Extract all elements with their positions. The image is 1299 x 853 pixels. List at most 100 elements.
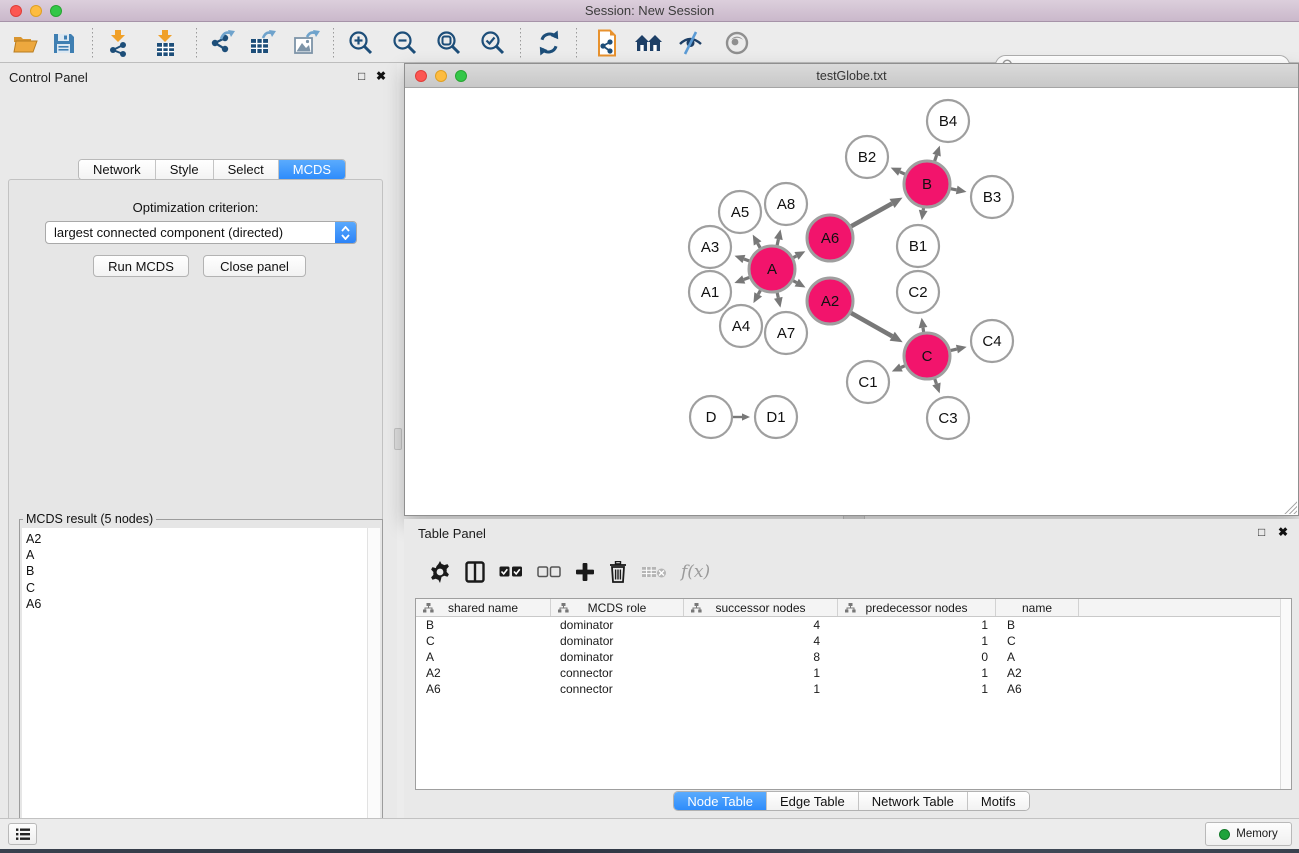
graph-edge[interactable] xyxy=(851,313,892,336)
deselect-all-columns-button[interactable] xyxy=(537,558,561,586)
criterion-dropdown[interactable]: largest connected component (directed) xyxy=(45,221,357,244)
table-tabs-bar: Node Table Edge Table Network Table Moti… xyxy=(404,791,1299,811)
column-label: predecessor nodes xyxy=(865,601,967,615)
apply-layout-button[interactable] xyxy=(532,28,566,58)
export-table-button[interactable] xyxy=(246,28,280,58)
graph-edge[interactable] xyxy=(777,239,778,245)
first-neighbors-button[interactable] xyxy=(590,28,624,58)
task-history-button[interactable] xyxy=(8,823,37,845)
tab-network-table[interactable]: Network Table xyxy=(859,792,968,810)
table-row[interactable]: Bdominator41B xyxy=(416,617,1291,633)
delete-table-button[interactable] xyxy=(641,558,667,586)
tab-node-table[interactable]: Node Table xyxy=(674,792,767,810)
graph-edge[interactable] xyxy=(758,290,760,294)
table-scrollbar[interactable] xyxy=(1280,599,1291,789)
table-row[interactable]: Cdominator41C xyxy=(416,633,1291,649)
save-session-button[interactable] xyxy=(46,28,80,58)
graph-edge[interactable] xyxy=(901,366,905,368)
export-image-button[interactable] xyxy=(290,28,324,58)
graph-edge[interactable] xyxy=(758,243,761,248)
split-view-button[interactable] xyxy=(465,558,485,586)
table-settings-button[interactable] xyxy=(429,558,451,586)
zoom-in-button[interactable] xyxy=(344,28,378,58)
edge-arrowhead xyxy=(919,210,928,221)
delete-column-button[interactable] xyxy=(609,558,627,586)
node-table[interactable]: shared name MCDS role successor nodes pr… xyxy=(415,598,1292,790)
mcds-list-scrollbar[interactable] xyxy=(367,528,380,853)
tab-select[interactable]: Select xyxy=(214,160,279,179)
memory-button[interactable]: Memory xyxy=(1205,822,1292,846)
table-row[interactable]: Adominator80A xyxy=(416,649,1291,665)
graph-edge[interactable] xyxy=(793,281,797,283)
close-panel-button[interactable]: Close panel xyxy=(203,255,306,277)
graph-edge[interactable] xyxy=(744,277,750,279)
window-resize-grip[interactable] xyxy=(1284,501,1297,514)
column-header-mcds-role[interactable]: MCDS role xyxy=(551,599,684,616)
table-cell: 4 xyxy=(684,617,838,633)
select-all-columns-button[interactable] xyxy=(499,558,523,586)
vertical-split-handle[interactable] xyxy=(394,428,402,450)
zoom-selected-button[interactable] xyxy=(476,28,510,58)
graph-edge[interactable] xyxy=(851,203,892,226)
graph-node-label: A5 xyxy=(731,204,749,221)
table-row[interactable]: A2connector11A2 xyxy=(416,665,1291,681)
table-cell: A xyxy=(416,649,551,665)
mcds-result-list[interactable]: A2ABCA6 xyxy=(22,528,380,853)
edge-arrowhead xyxy=(774,229,783,240)
graph-edge[interactable] xyxy=(935,155,937,161)
export-network-button[interactable] xyxy=(205,28,239,58)
table-float-icon[interactable]: □ xyxy=(1258,525,1265,539)
graph-edge[interactable] xyxy=(935,379,937,384)
table-cell: A2 xyxy=(996,665,1079,681)
mcds-result-item[interactable]: B xyxy=(26,563,380,579)
close-panel-icon[interactable]: ✖ xyxy=(376,69,386,83)
column-header-shared-name[interactable]: shared name xyxy=(416,599,551,616)
graph-edge[interactable] xyxy=(900,172,905,174)
mcds-panel-body: Optimization criterion: largest connecte… xyxy=(8,179,383,853)
mcds-result-group: MCDS result (5 nodes) A2ABCA6 xyxy=(19,512,383,853)
zoom-fit-button[interactable] xyxy=(432,28,466,58)
column-header-name[interactable]: name xyxy=(996,599,1079,616)
table-close-icon[interactable]: ✖ xyxy=(1278,525,1288,539)
open-session-button[interactable] xyxy=(8,28,42,58)
graph-edge[interactable] xyxy=(744,259,749,261)
float-panel-icon[interactable]: □ xyxy=(358,69,365,83)
status-bar: Memory xyxy=(0,818,1299,849)
graph-edge[interactable] xyxy=(923,328,924,333)
graph-edge[interactable] xyxy=(777,292,778,297)
mcds-result-item[interactable]: A2 xyxy=(26,531,380,547)
import-network-button[interactable] xyxy=(102,28,136,58)
table-cell: 1 xyxy=(838,665,996,681)
network-window-titlebar[interactable]: testGlobe.txt xyxy=(405,64,1298,88)
add-column-button[interactable] xyxy=(575,558,595,586)
graph-edge[interactable] xyxy=(950,349,957,351)
run-mcds-button[interactable]: Run MCDS xyxy=(93,255,189,277)
hide-graphics-button[interactable] xyxy=(674,28,708,58)
show-graphics-button[interactable] xyxy=(720,28,754,58)
import-table-button[interactable] xyxy=(149,28,183,58)
column-header-successor-nodes[interactable]: successor nodes xyxy=(684,599,838,616)
network-canvas[interactable]: AA1A2A3A4A5A6A7A8BB1B2B3B4CC1C2C3C4DD1 xyxy=(405,88,1298,515)
function-builder-button[interactable]: f(x) xyxy=(681,558,710,586)
export-table-icon xyxy=(249,29,277,57)
graph-edge[interactable] xyxy=(793,256,796,258)
graph-edge[interactable] xyxy=(951,189,957,190)
main-toolbar xyxy=(0,22,1299,63)
table-cell: dominator xyxy=(551,649,684,665)
table-cell: A2 xyxy=(416,665,551,681)
gear-icon xyxy=(429,561,451,583)
mcds-result-item[interactable]: A6 xyxy=(26,596,380,612)
mcds-result-item[interactable]: A xyxy=(26,547,380,563)
column-header-empty xyxy=(1079,599,1291,616)
column-label: name xyxy=(1022,601,1052,615)
tab-mcds[interactable]: MCDS xyxy=(279,160,345,179)
tab-motifs[interactable]: Motifs xyxy=(968,792,1029,810)
zoom-out-button[interactable] xyxy=(388,28,422,58)
tab-network[interactable]: Network xyxy=(79,160,156,179)
show-hide-panels-button[interactable] xyxy=(632,28,666,58)
mcds-result-item[interactable]: C xyxy=(26,580,380,596)
tab-style[interactable]: Style xyxy=(156,160,214,179)
tab-edge-table[interactable]: Edge Table xyxy=(767,792,859,810)
table-row[interactable]: A6connector11A6 xyxy=(416,681,1291,697)
column-header-predecessor-nodes[interactable]: predecessor nodes xyxy=(838,599,996,616)
